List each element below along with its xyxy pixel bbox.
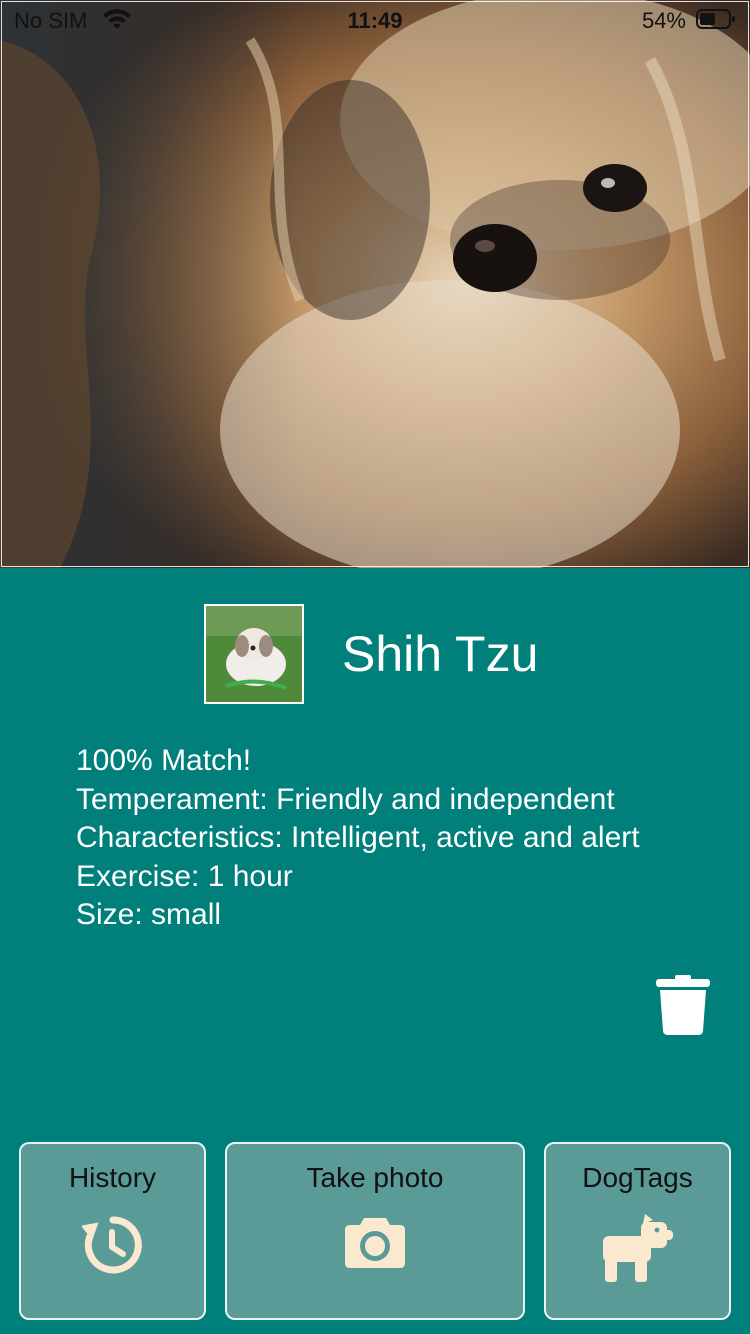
camera-icon xyxy=(344,1214,406,1273)
temperament: Temperament: Friendly and independent xyxy=(76,782,615,816)
dog-icon xyxy=(601,1214,675,1289)
history-button[interactable]: History xyxy=(19,1142,206,1320)
battery-percent: 54% xyxy=(641,8,686,33)
clock: 11:49 xyxy=(347,8,403,33)
trash-icon[interactable] xyxy=(656,975,710,1035)
dogtags-button[interactable]: DogTags xyxy=(544,1142,731,1320)
history-button-label: History xyxy=(68,1162,157,1193)
take-photo-button[interactable]: Take photo xyxy=(225,1142,525,1320)
size: Size: small xyxy=(76,898,222,932)
captured-dog-photo xyxy=(0,0,750,568)
history-icon xyxy=(80,1214,144,1281)
characteristics: Characteristics: Intelligent, active and… xyxy=(76,821,640,855)
breed-thumbnail xyxy=(204,604,304,704)
breed-details: 100% Match! Temperament: Friendly and in… xyxy=(76,742,696,935)
match-percentage: 100% Match! xyxy=(76,744,252,777)
breed-name: Shih Tzu xyxy=(342,626,539,682)
battery-icon xyxy=(696,9,736,29)
status-bar: No SIM 11:49 54% xyxy=(0,0,750,40)
take-photo-button-label: Take photo xyxy=(306,1162,444,1193)
exercise: Exercise: 1 hour xyxy=(76,859,293,893)
dogtags-button-label: DogTags xyxy=(582,1162,693,1193)
